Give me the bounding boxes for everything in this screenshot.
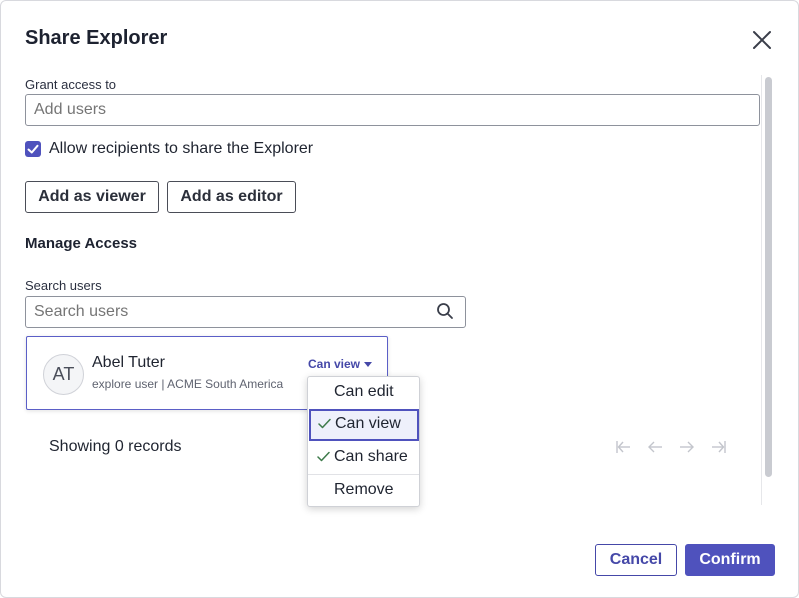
add-users-input[interactable] <box>25 94 760 126</box>
prev-page-icon[interactable] <box>647 439 663 455</box>
user-subtitle: explore user | ACME South America <box>92 377 284 391</box>
first-page-icon[interactable] <box>615 439 631 455</box>
add-as-editor-button[interactable]: Add as editor <box>167 181 296 213</box>
vertical-scrollbar[interactable] <box>761 75 774 505</box>
allow-share-label[interactable]: Allow recipients to share the Explorer <box>49 140 313 158</box>
role-menu: Can edit Can view Can share Remove <box>307 376 420 507</box>
manage-access-heading: Manage Access <box>25 235 138 252</box>
caret-down-icon <box>364 362 373 368</box>
menu-item-label: Can view <box>335 415 401 432</box>
check-icon <box>318 418 331 429</box>
menu-item-label: Can edit <box>334 383 394 400</box>
menu-item-can-share[interactable]: Can share <box>308 442 419 474</box>
role-dropdown-label: Can view <box>308 357 361 371</box>
dialog-title: Share Explorer <box>25 27 168 49</box>
role-dropdown[interactable]: Can view <box>308 357 373 371</box>
user-name: Abel Tuter <box>92 354 165 371</box>
menu-item-can-edit[interactable]: Can edit <box>308 377 419 409</box>
menu-item-label: Can share <box>334 448 408 465</box>
search-users-input[interactable] <box>25 296 466 328</box>
menu-item-remove[interactable]: Remove <box>308 475 419 507</box>
confirm-button[interactable]: Confirm <box>685 544 775 576</box>
checkmark-icon <box>27 144 39 154</box>
cancel-button[interactable]: Cancel <box>595 544 677 576</box>
search-icon[interactable] <box>436 302 454 320</box>
records-count: Showing 0 records <box>49 438 182 455</box>
check-icon <box>317 451 330 462</box>
next-page-icon[interactable] <box>679 439 695 455</box>
close-button[interactable] <box>748 26 776 54</box>
menu-item-label: Remove <box>334 481 394 498</box>
grant-access-label: Grant access to <box>25 77 117 92</box>
last-page-icon[interactable] <box>711 439 727 455</box>
menu-item-can-view[interactable]: Can view <box>309 409 419 441</box>
close-icon <box>753 31 771 49</box>
allow-share-checkbox[interactable] <box>25 141 41 157</box>
scrollbar-thumb[interactable] <box>765 77 772 477</box>
add-as-viewer-button[interactable]: Add as viewer <box>25 181 159 213</box>
avatar: AT <box>43 354 84 395</box>
search-users-label: Search users <box>25 278 102 293</box>
share-explorer-dialog: Share Explorer Grant access to Allow rec… <box>0 0 799 598</box>
